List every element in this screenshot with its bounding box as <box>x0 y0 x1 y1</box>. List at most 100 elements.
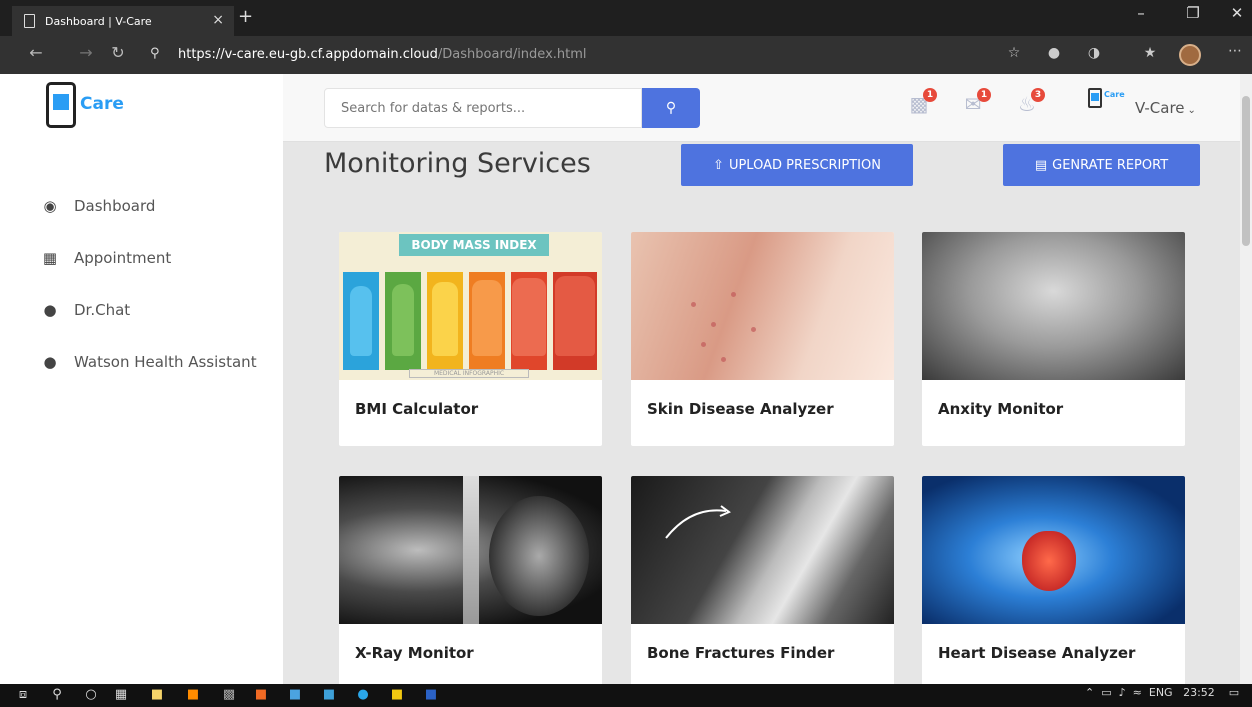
new-tab-button[interactable]: + <box>238 6 253 27</box>
user-icon: ● <box>43 353 57 371</box>
tab-title: Dashboard | V-Care <box>45 14 152 28</box>
browser-tab[interactable]: Dashboard | V-Care × <box>12 6 234 36</box>
scrollbar-thumb[interactable] <box>1242 96 1250 246</box>
sidebar-item-label: Appointment <box>74 249 172 267</box>
cortana-icon[interactable]: ○ <box>82 687 100 704</box>
favorites-icon[interactable]: ★ <box>1139 45 1161 61</box>
xray-image <box>339 476 602 624</box>
sublime-icon[interactable]: ■ <box>184 687 202 704</box>
sidebar-item-dashboard[interactable]: ◉ Dashboard <box>0 180 283 232</box>
language-indicator[interactable]: ENG <box>1149 686 1173 699</box>
skin-image <box>631 232 894 380</box>
card-anxity-monitor[interactable]: Anxity Monitor <box>922 232 1185 446</box>
user-menu[interactable]: V-Care ⌄ <box>1135 99 1196 117</box>
upload-button-label: UPLOAD PRESCRIPTION <box>728 157 881 173</box>
sidebar-item-label: Watson Health Assistant <box>74 353 257 371</box>
search-icon[interactable]: ⚲ <box>48 687 66 704</box>
logo-text: Care <box>80 94 124 114</box>
plus-logo-icon <box>53 94 69 110</box>
vcare-logo[interactable]: Care <box>46 82 156 132</box>
user-logo-text: Care <box>1104 90 1125 99</box>
refresh-icon[interactable]: ↻ <box>106 43 130 62</box>
calendar-icon: ▦ <box>42 249 58 267</box>
action-center-icon[interactable]: ▭ <box>1229 686 1239 699</box>
card-heart-disease-analyzer[interactable]: Heart Disease Analyzer <box>922 476 1185 690</box>
more-icon[interactable]: ⋯ <box>1224 43 1246 59</box>
system-tray: ⌃ ▭ ♪ ≈ ENG 23:52 ▭ <box>1085 686 1239 699</box>
mail-icon[interactable]: ■ <box>320 687 338 704</box>
bmi-footer: MEDICAL INFOGRAPHIC <box>409 369 529 378</box>
search-button[interactable]: ⚲ <box>642 88 700 128</box>
terminal-icon[interactable]: ▩ <box>220 687 238 704</box>
upload-prescription-button[interactable]: ⇧ UPLOAD PRESCRIPTION <box>681 144 913 186</box>
plus-logo-icon <box>1091 93 1099 101</box>
generate-report-button[interactable]: ▤ GENRATE REPORT <box>1003 144 1200 186</box>
search-input[interactable] <box>324 88 642 128</box>
report-button-label: GENRATE REPORT <box>1052 157 1169 173</box>
mail-badge: 1 <box>977 88 991 102</box>
card-bmi-calculator[interactable]: BODY MASS INDEX MEDICAL INFOGRAPHIC BMI … <box>339 232 602 446</box>
minimize-icon[interactable]: – <box>1126 4 1156 22</box>
lock-icon: ⚲ <box>150 46 160 61</box>
card-title: Bone Fractures Finder <box>647 644 835 662</box>
xampp-icon[interactable]: ■ <box>252 687 270 704</box>
profile-avatar[interactable] <box>1179 44 1201 66</box>
chevron-down-icon: ⌄ <box>1187 105 1196 116</box>
alert-notification-button[interactable]: ♨ 3 <box>1014 88 1045 118</box>
search-icon: ⚲ <box>665 100 677 116</box>
extension-icon[interactable]: ● <box>1043 45 1065 61</box>
heart-image <box>922 476 1185 624</box>
volume-icon[interactable]: ♪ <box>1119 686 1126 699</box>
sidebar-item-appointment[interactable]: ▦ Appointment <box>0 232 283 284</box>
user-logo: Care <box>1088 88 1128 112</box>
wifi-icon[interactable]: ≈ <box>1133 686 1142 699</box>
close-window-icon[interactable]: ✕ <box>1222 4 1252 22</box>
sidebar-item-label: Dr.Chat <box>74 301 131 319</box>
bmi-banner: BODY MASS INDEX <box>399 234 549 256</box>
card-title: BMI Calculator <box>355 400 479 418</box>
explorer-icon[interactable]: ■ <box>286 687 304 704</box>
extension-icon-2[interactable]: ◑ <box>1083 45 1105 61</box>
clock[interactable]: 23:52 <box>1183 686 1215 699</box>
url-field[interactable]: https://v-care.eu-gb.cf.appdomain.cloud/… <box>178 47 587 62</box>
alert-badge: 3 <box>1031 88 1045 102</box>
tachometer-icon: ◉ <box>43 197 57 215</box>
card-bone-fractures-finder[interactable]: Bone Fractures Finder <box>631 476 894 690</box>
windows-start-icon[interactable]: ⧈ <box>14 687 32 704</box>
forward-icon[interactable]: → <box>74 43 98 62</box>
card-skin-disease-analyzer[interactable]: Skin Disease Analyzer <box>631 232 894 446</box>
bmi-image: BODY MASS INDEX MEDICAL INFOGRAPHIC <box>339 232 602 380</box>
tab-close-icon[interactable]: × <box>212 12 224 28</box>
url-host: https://v-care.eu-gb.cf.appdomain.cloud <box>178 47 438 62</box>
card-xray-monitor[interactable]: X-Ray Monitor <box>339 476 602 690</box>
card-title: Heart Disease Analyzer <box>938 644 1136 662</box>
favorite-star-icon[interactable]: ☆ <box>1003 45 1025 61</box>
sidebar-item-label: Dashboard <box>74 197 156 215</box>
word-icon[interactable]: ■ <box>422 687 440 704</box>
user-name: V-Care <box>1135 99 1185 117</box>
chat-icon: ● <box>43 301 57 319</box>
url-path: /Dashboard/index.html <box>437 47 587 62</box>
sidebar-item-watson[interactable]: ● Watson Health Assistant <box>0 336 283 388</box>
edge-icon[interactable]: ● <box>354 687 372 704</box>
page-icon <box>24 14 35 28</box>
task-view-icon[interactable]: ▦ <box>112 687 130 704</box>
card-title: Anxity Monitor <box>938 400 1064 418</box>
card-title: Skin Disease Analyzer <box>647 400 834 418</box>
upload-icon: ⇧ <box>713 157 724 173</box>
sticky-notes-icon[interactable]: ■ <box>388 687 406 704</box>
store-icon[interactable]: ■ <box>148 687 166 704</box>
chat-badge: 1 <box>923 88 937 102</box>
anxiety-image <box>922 232 1185 380</box>
page-title: Monitoring Services <box>324 148 591 179</box>
restore-icon[interactable]: ❐ <box>1178 4 1208 22</box>
card-title: X-Ray Monitor <box>355 644 474 662</box>
back-icon[interactable]: ← <box>24 43 48 62</box>
battery-icon[interactable]: ▭ <box>1101 686 1111 699</box>
mail-notification-button[interactable]: ✉ 1 <box>960 88 991 118</box>
chat-notification-button[interactable]: ▩ 1 <box>906 88 937 118</box>
sidebar-item-drchat[interactable]: ● Dr.Chat <box>0 284 283 336</box>
sidebar-nav: ◉ Dashboard ▦ Appointment ● Dr.Chat ● Wa… <box>0 180 283 388</box>
bone-image <box>631 476 894 624</box>
tray-chevron-icon[interactable]: ⌃ <box>1085 686 1094 699</box>
